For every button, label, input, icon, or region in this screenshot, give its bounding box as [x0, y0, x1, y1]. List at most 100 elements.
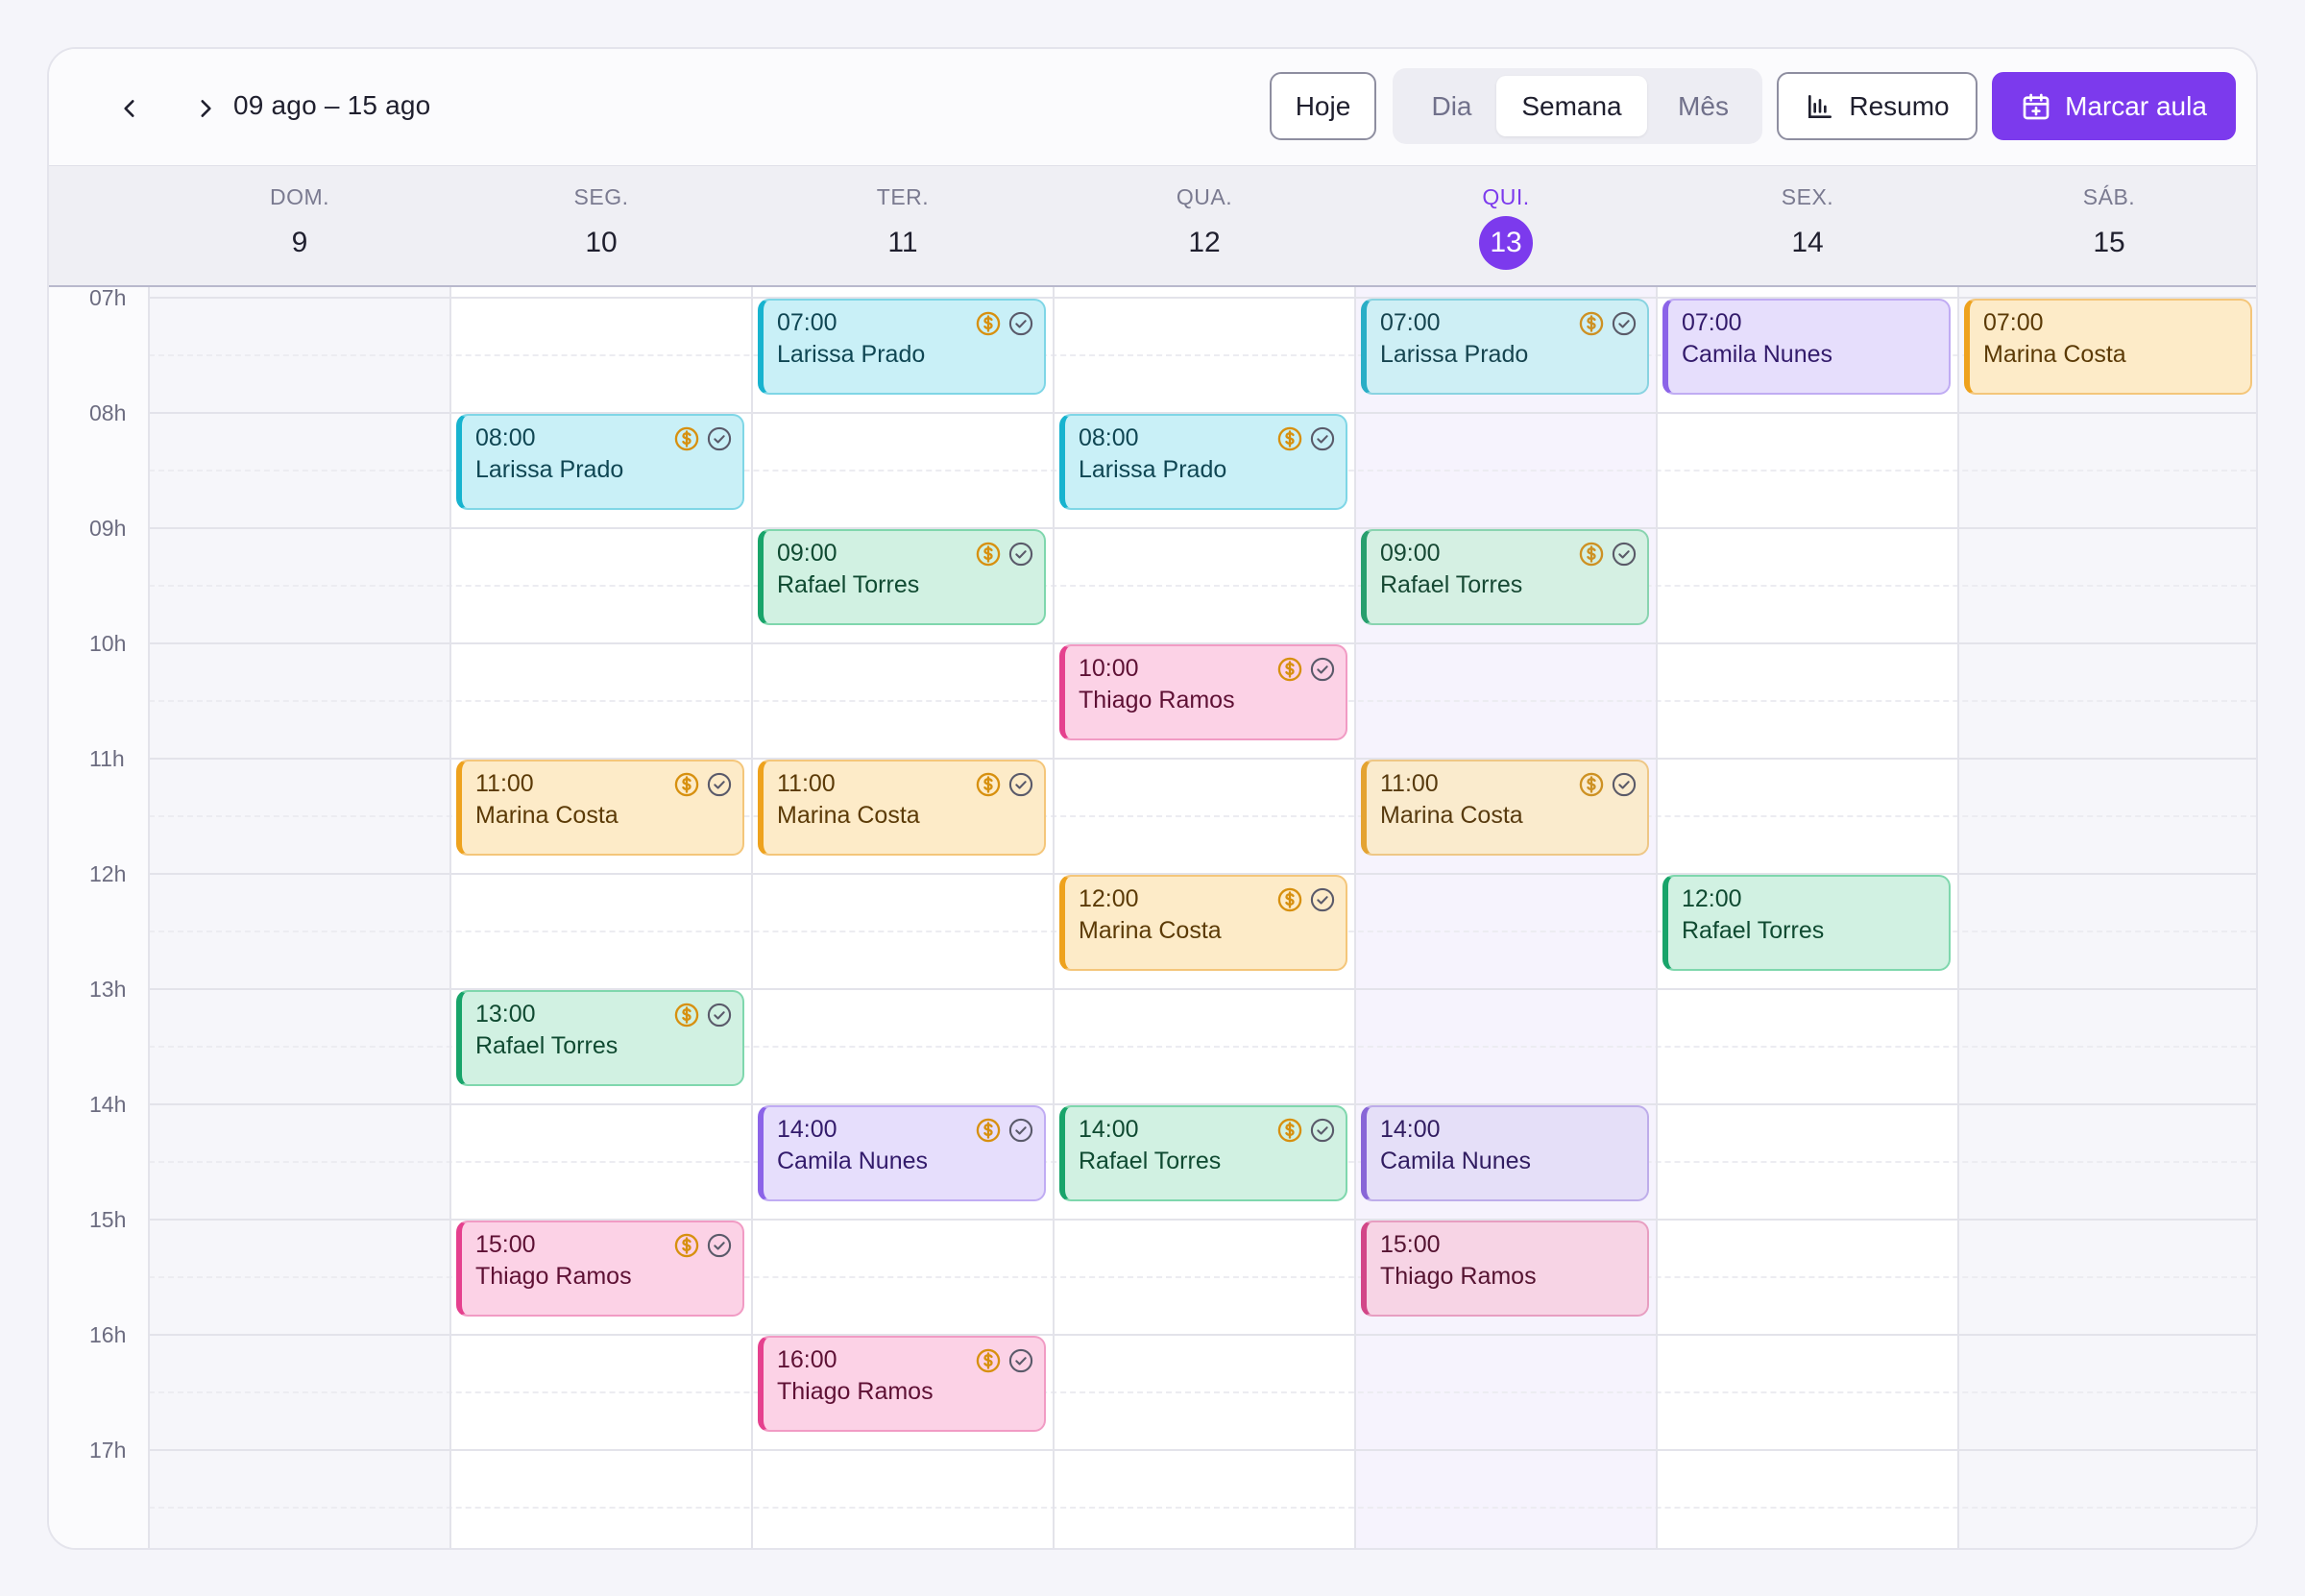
- confirmed-check-icon: [1310, 887, 1335, 912]
- today-button[interactable]: Hoje: [1270, 72, 1376, 140]
- day-header-6[interactable]: SÁB. 15: [1958, 166, 2256, 286]
- class-event[interactable]: 16:00 Thiago Ramos: [758, 1336, 1046, 1432]
- payment-dollar-icon: [1277, 426, 1302, 451]
- payment-dollar-icon: [1277, 1118, 1302, 1143]
- day-number-value: 13: [1479, 216, 1533, 270]
- day-number-value: 10: [585, 227, 618, 258]
- payment-dollar-icon: [1579, 311, 1604, 336]
- hour-label: 07h: [89, 287, 127, 310]
- event-status-icons: [1578, 310, 1638, 337]
- hour-line: [149, 1449, 2256, 1451]
- day-header-2[interactable]: TER. 11: [752, 166, 1054, 286]
- event-time: 15:00: [1380, 1231, 1441, 1258]
- payment-dollar-icon: [1277, 657, 1302, 682]
- view-switcher: Dia Semana Mês: [1393, 68, 1762, 144]
- previous-week-button[interactable]: [107, 85, 153, 132]
- event-student-name: Marina Costa: [475, 802, 619, 829]
- payment-dollar-icon: [1579, 772, 1604, 797]
- payment-dollar-icon: [976, 542, 1001, 567]
- day-header-4[interactable]: QUI. 13: [1355, 166, 1657, 286]
- day-header-0[interactable]: DOM. 9: [149, 166, 450, 286]
- payment-dollar-icon: [976, 1348, 1001, 1373]
- event-status-icons: [1276, 656, 1336, 683]
- view-option-month[interactable]: Mês: [1652, 76, 1755, 136]
- day-column-divider: [751, 287, 753, 1548]
- calendar-toolbar: 09 ago – 15 ago Hoje Dia Semana Mês Resu…: [49, 49, 2256, 165]
- event-student-name: Rafael Torres: [1380, 571, 1523, 598]
- payment-dollar-icon: [1579, 542, 1604, 567]
- day-number-value: 12: [1188, 227, 1221, 258]
- payment-dollar-icon: [976, 311, 1001, 336]
- class-event[interactable]: 11:00 Marina Costa: [1361, 760, 1649, 856]
- event-student-name: Larissa Prado: [1380, 341, 1529, 368]
- week-grid: 07h 08h 09h 10h 11h 12h 13h 14h 15h 16h 17h 07:00 La…: [49, 287, 2256, 1548]
- day-header-3[interactable]: QUA. 12: [1054, 166, 1355, 286]
- class-event[interactable]: 14:00 Camila Nunes: [758, 1105, 1046, 1201]
- class-event[interactable]: 15:00 Thiago Ramos: [456, 1221, 744, 1317]
- class-event[interactable]: 10:00 Thiago Ramos: [1059, 644, 1347, 740]
- confirmed-check-icon: [1008, 772, 1033, 797]
- class-event[interactable]: 07:00 Camila Nunes: [1662, 299, 1951, 395]
- weekend-column-bg: [149, 287, 450, 1548]
- event-time: 14:00: [1380, 1116, 1441, 1143]
- class-event[interactable]: 09:00 Rafael Torres: [758, 529, 1046, 625]
- event-student-name: Marina Costa: [777, 802, 920, 829]
- payment-dollar-icon: [674, 772, 699, 797]
- calendar-app: 09 ago – 15 ago Hoje Dia Semana Mês Resu…: [47, 47, 2258, 1550]
- confirmed-check-icon: [1310, 657, 1335, 682]
- class-event[interactable]: 11:00 Marina Costa: [758, 760, 1046, 856]
- confirmed-check-icon: [1008, 1348, 1033, 1373]
- event-status-icons: [975, 1117, 1034, 1144]
- class-event[interactable]: 15:00 Thiago Ramos: [1361, 1221, 1649, 1317]
- event-student-name: Thiago Ramos: [1079, 687, 1235, 713]
- event-status-icons: [1276, 1117, 1336, 1144]
- book-class-button[interactable]: Marcar aula: [1992, 72, 2236, 140]
- class-event[interactable]: 07:00 Larissa Prado: [1361, 299, 1649, 395]
- confirmed-check-icon: [707, 1233, 732, 1258]
- class-event[interactable]: 07:00 Marina Costa: [1964, 299, 2252, 395]
- hour-label: 09h: [89, 516, 127, 541]
- time-gutter: [49, 287, 149, 1548]
- day-header-5[interactable]: SEX. 14: [1657, 166, 1958, 286]
- class-event[interactable]: 12:00 Rafael Torres: [1662, 875, 1951, 971]
- event-status-icons: [1276, 425, 1336, 452]
- class-event[interactable]: 14:00 Camila Nunes: [1361, 1105, 1649, 1201]
- today-column-highlight: [1355, 287, 1657, 1548]
- summary-button[interactable]: Resumo: [1777, 72, 1977, 140]
- book-class-button-label: Marcar aula: [2065, 90, 2207, 121]
- day-name: SEG.: [573, 184, 629, 209]
- event-student-name: Camila Nunes: [1380, 1148, 1532, 1174]
- view-option-day[interactable]: Dia: [1400, 76, 1503, 136]
- event-status-icons: [673, 771, 733, 798]
- day-column-divider: [1354, 287, 1356, 1548]
- class-event[interactable]: 11:00 Marina Costa: [456, 760, 744, 856]
- event-student-name: Rafael Torres: [777, 571, 920, 598]
- event-student-name: Marina Costa: [1380, 802, 1523, 829]
- class-event[interactable]: 09:00 Rafael Torres: [1361, 529, 1649, 625]
- event-student-name: Thiago Ramos: [475, 1263, 632, 1290]
- confirmed-check-icon: [1310, 426, 1335, 451]
- summary-button-label: Resumo: [1849, 90, 1950, 121]
- hour-label: 16h: [89, 1322, 127, 1347]
- class-event[interactable]: 07:00 Larissa Prado: [758, 299, 1046, 395]
- class-event[interactable]: 12:00 Marina Costa: [1059, 875, 1347, 971]
- day-number: 10: [450, 216, 752, 270]
- weekend-column-bg: [1958, 287, 2256, 1548]
- confirmed-check-icon: [1612, 311, 1637, 336]
- day-header-1[interactable]: SEG. 10: [450, 166, 752, 286]
- class-event[interactable]: 14:00 Rafael Torres: [1059, 1105, 1347, 1201]
- class-event[interactable]: 08:00 Larissa Prado: [1059, 414, 1347, 510]
- confirmed-check-icon: [1612, 772, 1637, 797]
- hour-label: 17h: [89, 1438, 127, 1463]
- next-week-button[interactable]: [182, 85, 229, 132]
- hour-label: 14h: [89, 1092, 127, 1117]
- view-option-week[interactable]: Semana: [1496, 76, 1647, 136]
- class-event[interactable]: 08:00 Larissa Prado: [456, 414, 744, 510]
- day-number-value: 15: [2093, 227, 2125, 258]
- hour-label: 11h: [89, 746, 125, 771]
- class-event[interactable]: 13:00 Rafael Torres: [456, 990, 744, 1086]
- event-student-name: Rafael Torres: [475, 1032, 619, 1059]
- calendar-plus-icon: [2023, 93, 2050, 119]
- event-time: 12:00: [1682, 885, 1742, 912]
- event-status-icons: [1578, 771, 1638, 798]
